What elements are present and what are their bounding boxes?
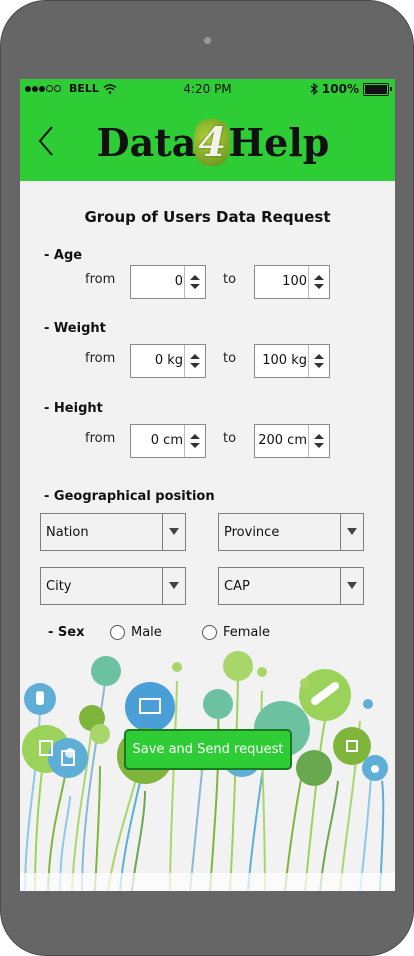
- save-send-button[interactable]: Save and Send request: [124, 729, 292, 770]
- page-title: Group of Users Data Request: [84, 208, 331, 226]
- spinner-icon[interactable]: [184, 425, 205, 457]
- logo-text-data: Data: [96, 119, 197, 165]
- nation-select[interactable]: Nation: [40, 513, 186, 551]
- geo-label: - Geographical position: [44, 489, 215, 504]
- height-from-value: 0 cm: [150, 433, 183, 448]
- height-to-value: 200 cm: [258, 433, 307, 448]
- phone-speaker: [204, 37, 211, 44]
- spinner-icon[interactable]: [184, 266, 205, 298]
- sex-female-radio[interactable]: Female: [202, 625, 270, 640]
- radio-circle-icon: [202, 625, 217, 640]
- weight-to-label: to: [223, 351, 237, 366]
- app-logo: Data 4 Help: [96, 117, 330, 167]
- age-from-label: from: [85, 272, 116, 287]
- weight-from-value: 0 kg: [154, 353, 183, 368]
- nation-select-value: Nation: [46, 525, 89, 540]
- sex-label: - Sex: [48, 625, 85, 640]
- spinner-icon[interactable]: [308, 266, 329, 298]
- weight-to-value: 100 kg: [262, 353, 307, 368]
- age-from-stepper[interactable]: 0: [130, 265, 206, 299]
- height-from-label: from: [85, 431, 116, 446]
- height-to-label: to: [223, 431, 237, 446]
- status-bar: BELL 4:20 PM 100%: [20, 79, 395, 101]
- city-select[interactable]: City: [40, 567, 186, 605]
- age-label: - Age: [44, 248, 83, 263]
- radio-circle-icon: [110, 625, 125, 640]
- header-bar: Data 4 Help: [20, 101, 395, 181]
- logo-text-four: 4: [194, 118, 231, 166]
- battery-percent: 100%: [321, 82, 359, 96]
- battery-icon: [363, 82, 392, 96]
- app-screen: BELL 4:20 PM 100% Data 4 Help Group of U…: [20, 79, 395, 891]
- sex-female-label: Female: [223, 625, 271, 640]
- cap-select-value: CAP: [224, 579, 250, 594]
- back-button[interactable]: [34, 123, 60, 159]
- height-label: - Height: [44, 401, 103, 416]
- weight-to-stepper[interactable]: 100 kg: [254, 344, 330, 378]
- age-to-label: to: [223, 272, 237, 287]
- city-select-value: City: [46, 579, 72, 594]
- province-select[interactable]: Province: [218, 513, 364, 551]
- logo-text-help: Help: [228, 119, 330, 165]
- height-to-stepper[interactable]: 200 cm: [254, 424, 330, 458]
- spinner-icon[interactable]: [308, 425, 329, 457]
- age-to-value: 100: [282, 274, 307, 289]
- status-right: 100%: [310, 82, 392, 96]
- bluetooth-icon: [310, 83, 318, 95]
- sex-male-label: Male: [131, 625, 162, 640]
- weight-label: - Weight: [44, 321, 106, 336]
- chevron-left-icon: [38, 126, 53, 156]
- spinner-icon[interactable]: [184, 345, 205, 377]
- height-from-stepper[interactable]: 0 cm: [130, 424, 206, 458]
- phone-frame: BELL 4:20 PM 100% Data 4 Help Group of U…: [0, 0, 414, 956]
- sex-male-radio[interactable]: Male: [110, 625, 162, 640]
- age-to-stepper[interactable]: 100: [254, 265, 330, 299]
- weight-from-label: from: [85, 351, 116, 366]
- dropdown-arrow-icon: [162, 568, 185, 604]
- dropdown-arrow-icon: [162, 514, 185, 550]
- dropdown-arrow-icon: [340, 514, 363, 550]
- spinner-icon[interactable]: [308, 345, 329, 377]
- cap-select[interactable]: CAP: [218, 567, 364, 605]
- age-from-value: 0: [174, 274, 183, 289]
- dropdown-arrow-icon: [340, 568, 363, 604]
- province-select-value: Province: [224, 525, 280, 540]
- weight-from-stepper[interactable]: 0 kg: [130, 344, 206, 378]
